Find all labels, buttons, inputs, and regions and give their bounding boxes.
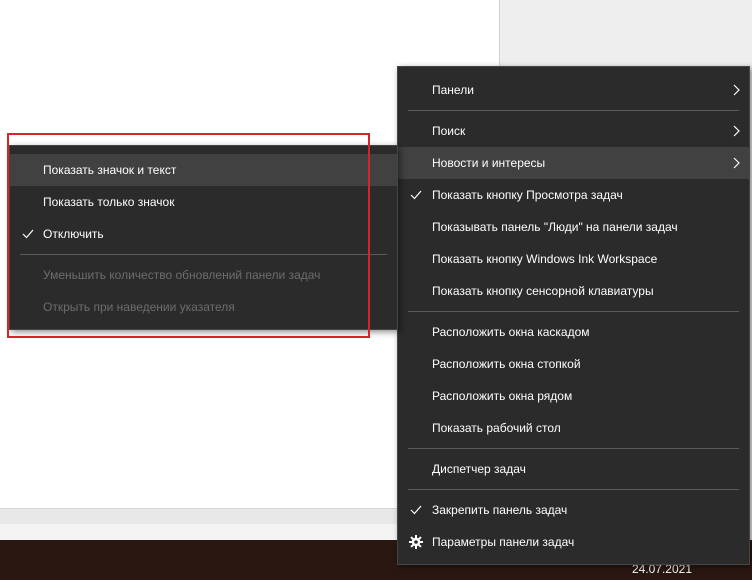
menu-item-show-touch-keyboard[interactable]: Показать кнопку сенсорной клавиатуры bbox=[398, 275, 749, 307]
checkmark-icon bbox=[408, 494, 424, 526]
menu-item-show-icon-and-text[interactable]: Показать значок и текст bbox=[10, 154, 397, 186]
menu-item-label: Расположить окна каскадом bbox=[432, 325, 590, 339]
menu-item-label: Показать рабочий стол bbox=[432, 421, 561, 435]
menu-item-show-ink-workspace[interactable]: Показать кнопку Windows Ink Workspace bbox=[398, 243, 749, 275]
menu-item-label: Показать кнопку Просмотра задач bbox=[432, 188, 623, 202]
menu-item-label: Расположить окна рядом bbox=[432, 389, 573, 403]
chevron-right-icon bbox=[731, 74, 741, 106]
menu-item-cascade-windows[interactable]: Расположить окна каскадом bbox=[398, 316, 749, 348]
menu-item-news-and-interests[interactable]: Новости и интересы bbox=[398, 147, 749, 179]
menu-item-show-people[interactable]: Показывать панель "Люди" на панели задач bbox=[398, 211, 749, 243]
menu-item-label: Показывать панель "Люди" на панели задач bbox=[432, 220, 678, 234]
menu-item-label: Показать только значок bbox=[43, 195, 175, 209]
menu-item-label: Параметры панели задач bbox=[432, 535, 575, 549]
menu-item-lock-taskbar[interactable]: Закрепить панель задач bbox=[398, 494, 749, 526]
menu-item-label: Показать значок и текст bbox=[43, 163, 177, 177]
menu-separator bbox=[20, 254, 387, 255]
menu-separator bbox=[408, 311, 739, 312]
chevron-right-icon bbox=[731, 147, 741, 179]
menu-item-open-on-hover: Открыть при наведении указателя bbox=[10, 291, 397, 323]
menu-item-label: Поиск bbox=[432, 124, 466, 138]
menu-item-label: Показать кнопку сенсорной клавиатуры bbox=[432, 284, 654, 298]
menu-item-label: Новости и интересы bbox=[432, 156, 546, 170]
menu-item-show-task-view[interactable]: Показать кнопку Просмотра задач bbox=[398, 179, 749, 211]
menu-item-task-manager[interactable]: Диспетчер задач bbox=[398, 453, 749, 485]
menu-item-label: Уменьшить количество обновлений панели з… bbox=[43, 268, 321, 282]
menu-item-label: Показать кнопку Windows Ink Workspace bbox=[432, 252, 658, 266]
menu-item-label: Закрепить панель задач bbox=[432, 503, 568, 517]
menu-item-taskbar-settings[interactable]: Параметры панели задач bbox=[398, 526, 749, 558]
menu-item-reduce-updates: Уменьшить количество обновлений панели з… bbox=[10, 259, 397, 291]
checkmark-icon bbox=[20, 218, 36, 250]
menu-separator bbox=[408, 448, 739, 449]
taskbar-context-menu: Панели Поиск Новости и интересы Показать… bbox=[397, 66, 750, 565]
menu-item-label: Диспетчер задач bbox=[432, 462, 526, 476]
menu-item-label: Панели bbox=[432, 83, 474, 97]
menu-item-label: Расположить окна стопкой bbox=[432, 357, 581, 371]
menu-item-panels[interactable]: Панели bbox=[398, 74, 749, 106]
gear-icon bbox=[408, 526, 424, 558]
checkmark-icon bbox=[408, 179, 424, 211]
menu-item-search[interactable]: Поиск bbox=[398, 115, 749, 147]
menu-item-show-icon-only[interactable]: Показать только значок bbox=[10, 186, 397, 218]
menu-item-show-desktop[interactable]: Показать рабочий стол bbox=[398, 412, 749, 444]
menu-item-stack-windows[interactable]: Расположить окна стопкой bbox=[398, 348, 749, 380]
menu-item-label: Открыть при наведении указателя bbox=[43, 300, 235, 314]
menu-separator bbox=[408, 110, 739, 111]
menu-item-label: Отключить bbox=[43, 227, 104, 241]
menu-separator bbox=[408, 489, 739, 490]
news-interests-submenu: Показать значок и текст Показать только … bbox=[9, 145, 398, 330]
menu-item-side-by-side[interactable]: Расположить окна рядом bbox=[398, 380, 749, 412]
menu-item-turn-off[interactable]: Отключить bbox=[10, 218, 397, 250]
chevron-right-icon bbox=[731, 115, 741, 147]
